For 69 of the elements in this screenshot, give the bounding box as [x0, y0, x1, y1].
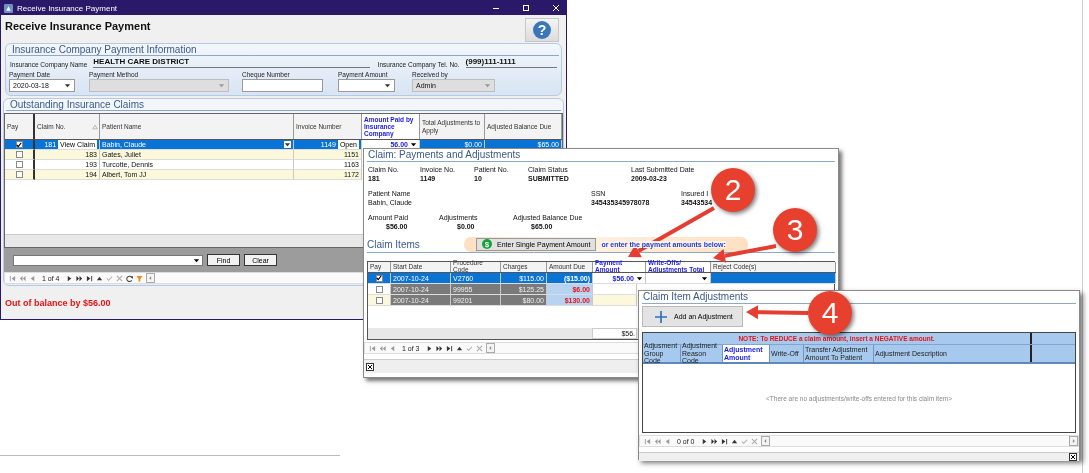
checkbox[interactable]	[15, 151, 23, 158]
search-dropdown[interactable]	[13, 254, 203, 266]
previous-icon[interactable]	[389, 344, 396, 352]
fast-forward-icon[interactable]	[710, 437, 718, 445]
rewind-icon[interactable]	[19, 274, 26, 282]
scroll-right-button[interactable]	[1069, 436, 1078, 446]
checkbox[interactable]	[375, 285, 383, 293]
maximize-icon[interactable]	[522, 4, 530, 12]
checkbox[interactable]	[15, 161, 23, 168]
group-title: Outstanding Insurance Claims	[6, 99, 561, 111]
caret-icon[interactable]	[284, 141, 291, 148]
callout-arrow	[746, 305, 809, 320]
scroll-left-button[interactable]	[760, 436, 770, 446]
up-arrow-icon[interactable]	[95, 274, 103, 282]
caret-icon[interactable]	[701, 274, 708, 282]
caret-icon[interactable]	[384, 82, 391, 89]
balance-warning: Out of balance by $56.00	[5, 298, 111, 308]
cross-icon[interactable]	[750, 437, 758, 445]
checkbox[interactable]	[375, 296, 383, 304]
right-triangle-icon	[1071, 438, 1076, 444]
up-arrow-icon[interactable]	[730, 437, 738, 445]
cross-icon[interactable]	[475, 344, 483, 352]
next-icon[interactable]	[425, 344, 433, 352]
checkmark-icon	[16, 141, 22, 148]
group-title: Insurance Company Payment Information	[8, 44, 559, 56]
checkmark-icon[interactable]	[465, 344, 473, 352]
field-value: HEALTH CARE DISTRICT	[93, 57, 370, 68]
checkbox[interactable]	[15, 171, 23, 178]
caret-icon[interactable]	[64, 82, 71, 89]
field-value: (999)111-1111	[465, 57, 557, 68]
next-icon[interactable]	[65, 274, 73, 282]
plus-icon	[655, 310, 667, 323]
text-field[interactable]	[242, 79, 323, 92]
left-triangle-icon	[147, 275, 153, 281]
last-icon[interactable]	[85, 274, 93, 282]
checkmark-icon[interactable]	[105, 274, 113, 282]
fast-forward-icon[interactable]	[435, 344, 443, 352]
left-triangle-icon	[762, 438, 768, 444]
scroll-left-button[interactable]	[145, 273, 155, 283]
next-icon[interactable]	[700, 437, 708, 445]
close-icon[interactable]	[366, 362, 374, 371]
last-icon[interactable]	[445, 344, 453, 352]
fast-forward-icon[interactable]	[75, 274, 83, 282]
rewind-icon[interactable]	[654, 437, 661, 445]
checkbox[interactable]	[15, 141, 23, 148]
first-icon[interactable]	[9, 274, 16, 282]
dollar-icon: $	[482, 239, 492, 249]
first-icon[interactable]	[369, 344, 376, 352]
checkmark-icon[interactable]	[740, 437, 748, 445]
refresh-icon[interactable]	[125, 274, 133, 282]
previous-icon[interactable]	[664, 437, 671, 445]
page-title: Receive Insurance Payment	[5, 20, 151, 32]
caret-icon[interactable]	[193, 256, 200, 264]
checkbox[interactable]	[375, 274, 383, 282]
scroll-left-button[interactable]	[485, 343, 495, 353]
last-icon[interactable]	[720, 437, 728, 445]
first-icon[interactable]	[644, 437, 651, 445]
up-arrow-icon[interactable]	[455, 344, 463, 352]
window-title: Receive Insurance Payment	[17, 3, 118, 13]
window-title: Claim: Payments and Adjustments	[367, 149, 835, 162]
help-button[interactable]: ?	[525, 18, 559, 42]
section-title: Claim Items	[367, 238, 421, 250]
checkmark-icon	[376, 275, 382, 281]
app-icon	[4, 3, 13, 13]
previous-icon[interactable]	[29, 274, 36, 282]
caret-icon[interactable]	[636, 274, 643, 282]
rewind-icon[interactable]	[379, 344, 386, 352]
close-icon[interactable]	[1069, 453, 1077, 461]
left-triangle-icon	[487, 345, 493, 351]
